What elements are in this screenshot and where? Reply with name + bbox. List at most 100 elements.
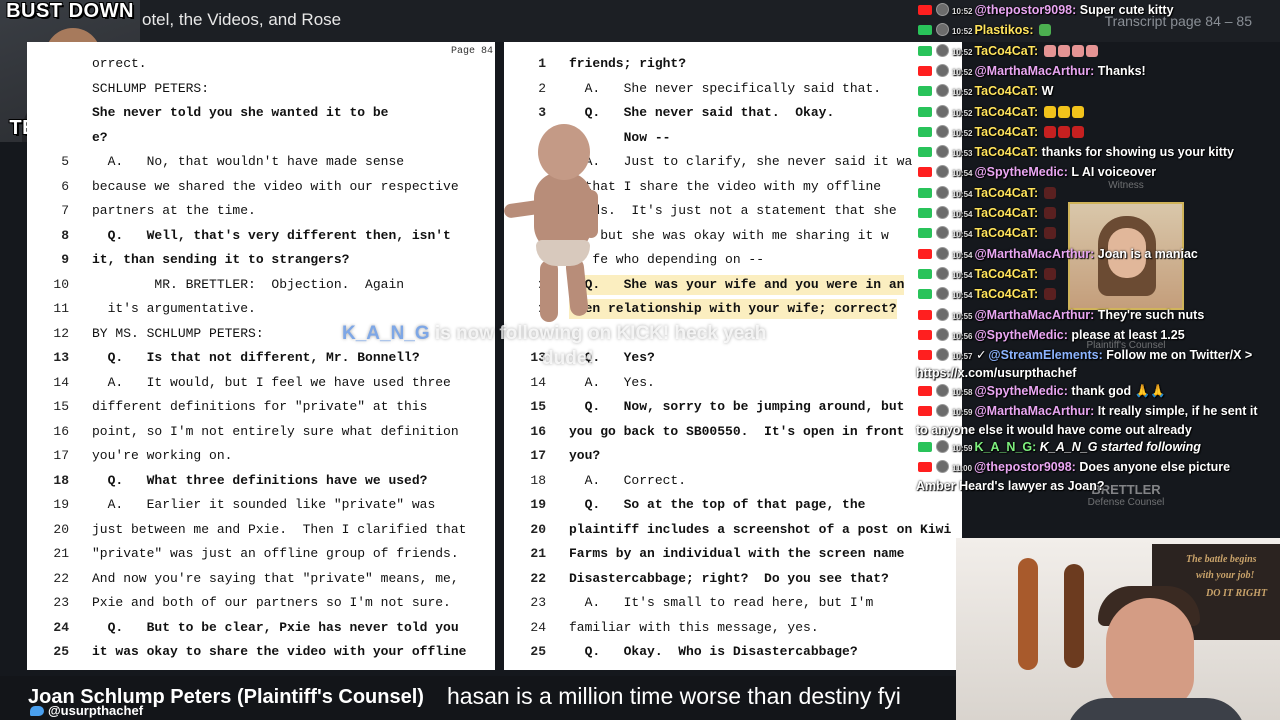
line-text: A. It's small to read here, but I'm	[569, 595, 874, 610]
chat-message-text: Does anyone else picture	[1079, 460, 1231, 475]
line-text: you're working on.	[92, 448, 233, 463]
kick-icon	[918, 86, 932, 97]
youtube-icon	[918, 350, 932, 361]
chat-message: 10:52 @MarthaMacArthur: Thanks!	[916, 61, 1280, 83]
line-number: 17	[53, 448, 69, 463]
avatar	[936, 165, 949, 179]
chat-timestamp: 10:52	[952, 128, 973, 138]
chat-message-text: It really simple, if he sent it	[1097, 404, 1258, 419]
line-text: And now you're saying that "private" mea…	[92, 570, 459, 586]
line-number: 6	[61, 178, 69, 194]
poster-line-3: DO IT RIGHT	[1206, 588, 1268, 599]
avatar	[936, 23, 949, 37]
chat-message: 10:58 @SpytheMedic: thank god 🙏🙏	[916, 381, 1280, 403]
line-text: A. She never specifically said that.	[569, 80, 882, 96]
line-number: 18	[530, 472, 546, 488]
chat-message-text: please at least 1.25	[1071, 327, 1185, 342]
avatar	[936, 246, 949, 260]
kick-icon	[918, 442, 932, 452]
chat-message-text: L AI voiceover	[1071, 165, 1157, 180]
emote-icon	[1043, 105, 1056, 118]
youtube-icon	[918, 5, 932, 15]
line-number: 2	[538, 80, 546, 96]
avatar	[936, 287, 949, 301]
kick-icon	[918, 228, 932, 239]
line-text: A. It would, but I feel we have used thr…	[92, 374, 451, 390]
line-text: "private" was just an offline group of f…	[92, 546, 459, 561]
follow-alert-text: is now following on KICK! heck yeah	[429, 323, 767, 344]
chat-timestamp: 10:53	[952, 149, 973, 159]
chat-message: 10:53 TaCo4CaT: thanks for showing us you…	[916, 142, 1280, 164]
line-number: 25	[53, 644, 69, 659]
follow-alert-name: K_A_N_G	[342, 323, 430, 344]
line-text: point, so I'm not entirely sure what def…	[92, 423, 459, 439]
chat-message: 10:52 TaCo4CaT: W	[916, 81, 1280, 103]
line-text: it was okay to share the video with your…	[92, 644, 467, 659]
line-text: you go back to SB00550. It's open in fro…	[569, 423, 905, 439]
avatar	[936, 226, 949, 240]
chat-username: K_A_N_G:	[974, 440, 1037, 454]
avatar	[936, 124, 949, 138]
line-text: it's argumentative.	[92, 301, 256, 316]
chat-username: TaCo4CaT:	[974, 43, 1039, 58]
dancing-baby-overlay	[500, 122, 610, 342]
emote-icon	[1043, 227, 1056, 240]
line-number: 10	[53, 276, 69, 292]
line-text: Farms by an individual with the screen n…	[569, 546, 905, 561]
line-text: it, than sending it to strangers?	[92, 252, 350, 267]
line-number: 19	[53, 497, 69, 512]
chat-message-text: Super cute kitty	[1079, 3, 1174, 17]
follow-alert: K_A_N_G is now following on KICK! heck y…	[342, 321, 812, 371]
chat-message: 10:54 @MarthaMacArthur: Joan is a maniac	[916, 244, 1280, 266]
kick-icon	[918, 106, 932, 117]
line-text: familiar with this message, yes.	[569, 619, 819, 635]
line-text: en relationship with your wife; correct?	[569, 299, 897, 319]
chat-message: 10:54 TaCo4CaT:	[916, 284, 1280, 306]
avatar	[936, 327, 949, 341]
line-number: 18	[53, 472, 69, 488]
chat-username: @SpytheMedic:	[974, 383, 1068, 398]
avatar	[936, 185, 949, 199]
chat-username: TaCo4CaT:	[974, 84, 1039, 99]
chat-message: 10:52 TaCo4CaT:	[916, 102, 1280, 124]
twitter-handle: @usurpthachef	[30, 703, 143, 718]
line-text: just between me and Pxie. Then I clarifi…	[92, 521, 467, 537]
emote-icon	[1071, 105, 1084, 118]
chat-message-text: They're such nuts	[1097, 307, 1205, 322]
guitar-icon	[1018, 558, 1038, 670]
line-number: 13	[53, 350, 69, 365]
chat-message: 10:54 TaCo4CaT:	[916, 223, 1280, 245]
chat-username: TaCo4CaT:	[974, 287, 1039, 302]
kick-icon	[918, 268, 932, 279]
emote-icon	[1043, 125, 1056, 138]
line-number: 7	[61, 203, 69, 218]
line-number: 5	[61, 154, 69, 169]
chat-message-text: K_A_N_G started following	[1039, 440, 1201, 454]
line-text: MR. BRETTLER: Objection. Again	[92, 276, 405, 292]
chat-message: 10:54 TaCo4CaT:	[916, 183, 1280, 205]
line-text: Q. Now, sorry to be jumping around, but	[569, 399, 905, 414]
avatar	[936, 404, 949, 418]
avatar	[936, 63, 949, 77]
youtube-icon	[918, 248, 932, 259]
logo-top-text: BUST DOWN	[6, 0, 134, 22]
line-text: Q. She never said that. Okay.	[569, 105, 835, 120]
chat-message: 10:54 TaCo4CaT:	[916, 203, 1280, 225]
line-number: 19	[530, 497, 546, 512]
chat-username: @MarthaMacArthur:	[974, 404, 1095, 419]
line-number: 15	[530, 399, 546, 414]
verified-check-icon: ✓	[972, 348, 987, 363]
tts-caption: hasan is a million time worse than desti…	[447, 683, 901, 709]
avatar	[936, 84, 949, 98]
kick-icon	[918, 25, 932, 36]
chat-username: @thepostor9098:	[974, 460, 1076, 475]
chat-message: 10:52 Plastikos:	[916, 20, 1280, 42]
kick-icon	[918, 187, 932, 198]
youtube-icon	[918, 167, 932, 178]
chat-timestamp: 10:56	[952, 331, 973, 341]
chat-timestamp: 10:54	[952, 230, 973, 240]
chat-username: @SpytheMedic:	[974, 327, 1068, 342]
chat-username: @MarthaMacArthur:	[974, 307, 1095, 322]
chat-timestamp: 10:54	[952, 270, 973, 280]
line-number: 17	[530, 448, 546, 463]
